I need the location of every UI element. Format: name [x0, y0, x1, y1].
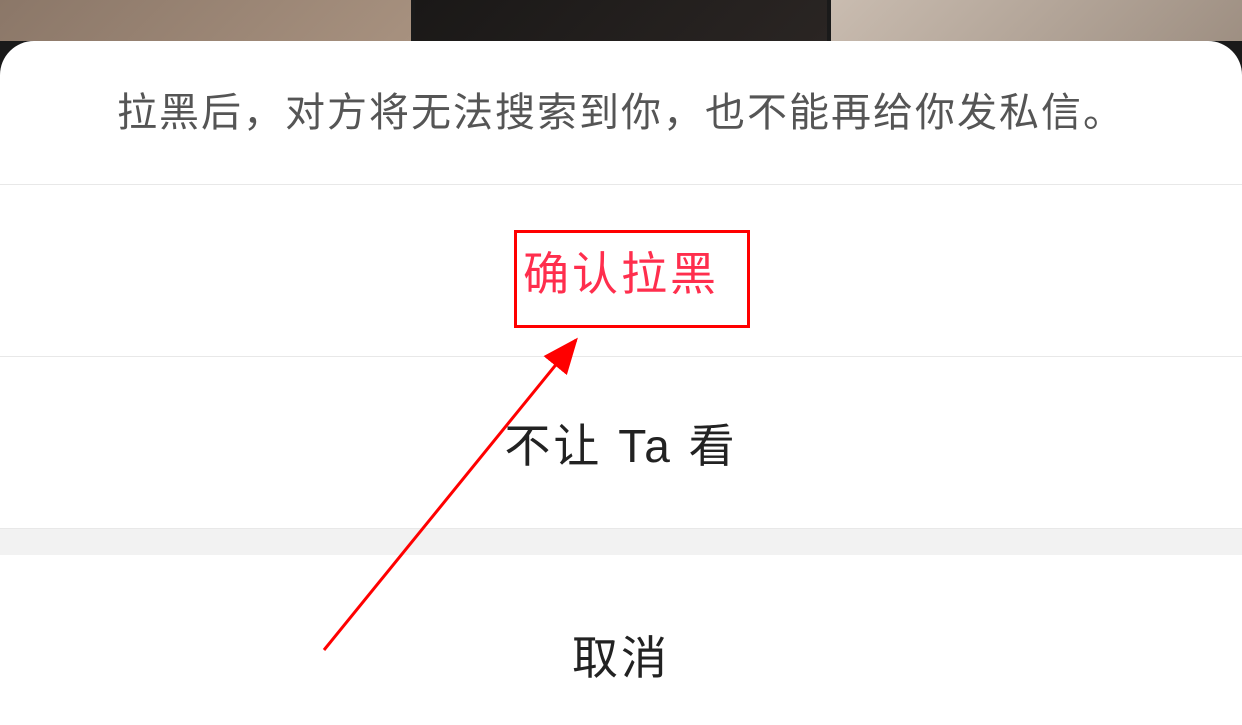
- cancel-button[interactable]: 取消: [0, 555, 1242, 725]
- confirm-block-button[interactable]: 确认拉黑: [0, 185, 1242, 357]
- sheet-header: 拉黑后，对方将无法搜索到你，也不能再给你发私信。: [0, 41, 1242, 185]
- confirm-block-label: 确认拉黑: [523, 238, 719, 304]
- restrict-view-label: 不让 Ta 看: [504, 410, 737, 476]
- cancel-label: 取消: [572, 622, 670, 688]
- restrict-view-button[interactable]: 不让 Ta 看: [0, 357, 1242, 529]
- background-thumbnails: [0, 0, 1242, 41]
- action-sheet: 拉黑后，对方将无法搜索到你，也不能再给你发私信。 确认拉黑 不让 Ta 看 取消: [0, 41, 1242, 725]
- bg-thumb: [0, 0, 411, 41]
- bg-thumb: [831, 0, 1242, 41]
- section-gap: [0, 529, 1242, 555]
- bg-thumb: [415, 0, 826, 41]
- sheet-description: 拉黑后，对方将无法搜索到你，也不能再给你发私信。: [117, 85, 1125, 141]
